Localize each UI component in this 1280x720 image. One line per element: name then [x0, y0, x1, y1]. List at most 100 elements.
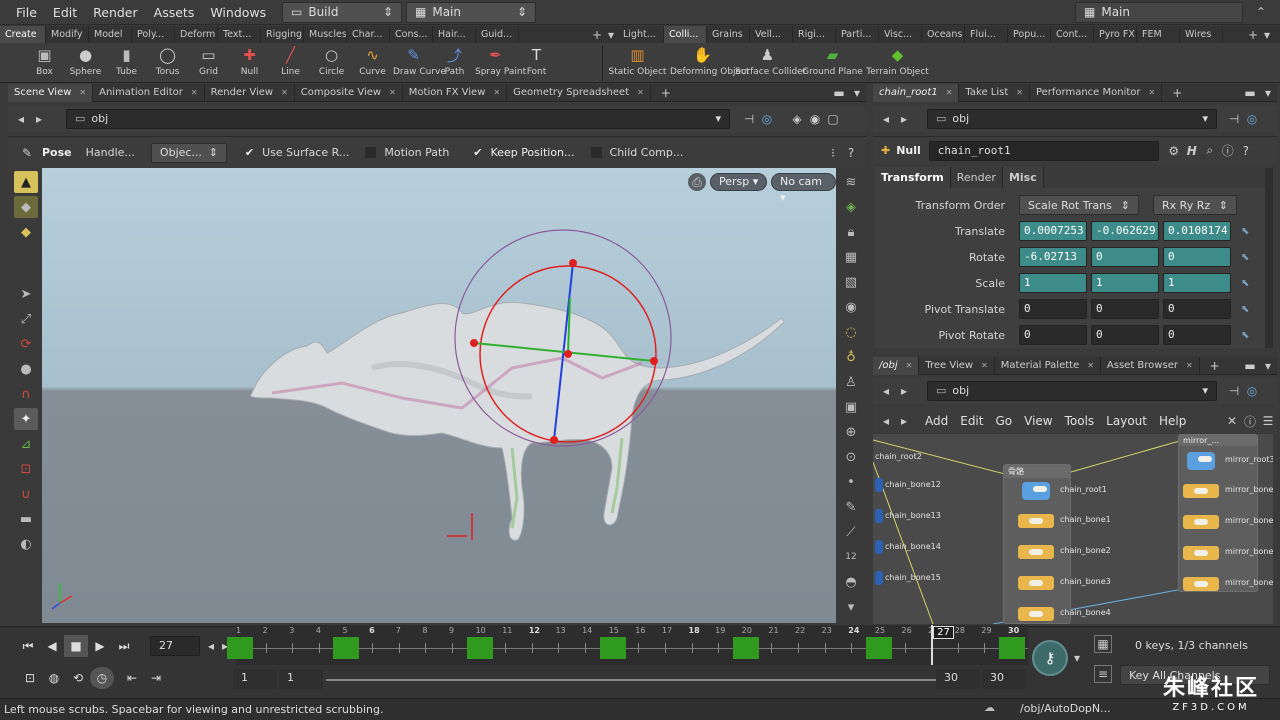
- dot-icon[interactable]: •: [839, 471, 863, 493]
- transform-order-select[interactable]: Scale Rot Trans ⇕: [1019, 195, 1139, 215]
- forward-icon[interactable]: ▸: [30, 110, 48, 128]
- link-icon[interactable]: ◎: [1243, 110, 1261, 128]
- transform-icon[interactable]: ◆: [14, 196, 38, 218]
- object-mode-select[interactable]: Objec... ⇕: [150, 142, 227, 163]
- close-tab-icon[interactable]: ✕: [493, 84, 500, 102]
- handle-button[interactable]: Handle...: [86, 146, 135, 159]
- shelf-tab-8[interactable]: Flui...: [965, 26, 1008, 43]
- root-node[interactable]: chain_root1: [1018, 482, 1107, 500]
- close-tab-icon[interactable]: ✕: [79, 84, 86, 102]
- close-tab-icon[interactable]: ✕: [389, 84, 396, 102]
- lock-icon[interactable]: 🔒︎: [839, 221, 863, 243]
- bone-node[interactable]: mirror_bone13: [1183, 515, 1273, 529]
- param-field-z[interactable]: 0.0108174: [1163, 221, 1231, 241]
- shelf-menu-icon[interactable]: ▾: [604, 26, 618, 44]
- flipbook-icon[interactable]: ⊙: [839, 446, 863, 468]
- snapshot-icon[interactable]: ▢: [824, 110, 842, 128]
- handle-bottom[interactable]: [550, 436, 558, 444]
- forward-icon[interactable]: ▸: [895, 412, 913, 430]
- shelf-tab-10[interactable]: Hair...: [433, 26, 476, 43]
- keyframe[interactable]: [732, 637, 759, 659]
- bone-node[interactable]: mirror_bone15: [1183, 577, 1273, 591]
- channel-link-icon[interactable]: ⬉: [1241, 278, 1249, 289]
- scene-path-field[interactable]: ▭ obj ▾: [66, 109, 730, 129]
- pane-tab-1[interactable]: Take List ✕: [959, 83, 1030, 102]
- bone-node[interactable]: chain_bone2: [1018, 545, 1111, 559]
- param-field-z[interactable]: 1: [1163, 273, 1231, 293]
- network-menu-tools[interactable]: Tools: [1059, 414, 1101, 428]
- shelf-tool-curve[interactable]: ∿ Curve: [352, 43, 393, 83]
- keyframe[interactable]: [333, 637, 360, 659]
- shelf-tool-sphere[interactable]: ● Sphere: [65, 43, 106, 83]
- shelf-tab-7[interactable]: Oceans: [922, 26, 965, 43]
- menu-assets[interactable]: Assets: [146, 0, 203, 25]
- key-menu-icon[interactable]: ▾: [1068, 649, 1086, 667]
- handle-top[interactable]: [569, 259, 577, 267]
- param-field-z[interactable]: 0: [1163, 247, 1231, 267]
- link-icon[interactable]: ◎: [1243, 382, 1261, 400]
- bone-node[interactable]: mirror_bone14: [1183, 546, 1273, 560]
- shelf-tab-13[interactable]: Wires: [1180, 26, 1223, 43]
- render-region-icon[interactable]: ⊕: [839, 421, 863, 443]
- help-icon[interactable]: ?: [842, 144, 860, 162]
- param-field-y[interactable]: -0.062629: [1091, 221, 1159, 241]
- pane-tab-3[interactable]: Composite View ✕: [295, 83, 403, 102]
- node-name-field[interactable]: chain_root1: [928, 140, 1159, 161]
- shelf-tab-7[interactable]: Muscles: [304, 26, 347, 43]
- menu-windows[interactable]: Windows: [202, 0, 274, 25]
- back-icon[interactable]: ◂: [12, 110, 30, 128]
- shelf-tab-11[interactable]: Pyro FX: [1094, 26, 1137, 43]
- bone-node[interactable]: [875, 509, 883, 523]
- range-end-icon[interactable]: ⇥: [144, 667, 168, 689]
- back-icon[interactable]: ◂: [877, 382, 895, 400]
- shelf-tool-path[interactable]: ⤴ Path: [434, 43, 475, 83]
- channel-link-icon[interactable]: ⬉: [1241, 304, 1249, 315]
- range-end-field[interactable]: 30: [936, 669, 980, 689]
- network-path-field[interactable]: ▭ obj ▾: [927, 381, 1217, 401]
- chevron-down-icon[interactable]: ▾: [839, 596, 863, 618]
- ghost-icon[interactable]: ◈: [839, 196, 863, 218]
- stop-icon[interactable]: ■: [64, 635, 88, 657]
- network-editor[interactable]: 骨骼 mirror_... chain_root2 chain_bone12 cha…: [873, 434, 1273, 624]
- child-comp-checkbox[interactable]: [590, 147, 602, 158]
- select-arrow-icon[interactable]: ➤: [14, 283, 38, 305]
- param-field-y[interactable]: 0: [1091, 299, 1159, 319]
- shelf-tool-circle[interactable]: ○ Circle: [311, 43, 352, 83]
- camera-icon[interactable]: ▣: [839, 396, 863, 418]
- timeline-track[interactable]: 1 2 3 4 5 6 7 8 9 10 11 12 13 14 15 16 17 18 19 20 21 22 23 24 2…: [227, 625, 1028, 665]
- close-tab-icon[interactable]: ✕: [1186, 357, 1193, 375]
- shelf-tool-spray-paint[interactable]: ✒ Spray Paint: [475, 43, 526, 83]
- close-tab-icon[interactable]: ✕: [981, 357, 988, 375]
- pane-tab-2[interactable]: Performance Monitor ✕: [1030, 83, 1163, 102]
- frame-12-icon[interactable]: 12: [839, 546, 863, 568]
- param-field-x[interactable]: -6.02713: [1019, 247, 1087, 267]
- use-surface-checkbox[interactable]: ✔: [245, 146, 254, 159]
- root-node[interactable]: mirror_root3: [1183, 452, 1273, 470]
- close-tab-icon[interactable]: ✕: [1016, 84, 1023, 102]
- main-desktop-select[interactable]: ▦ Main ⇕: [406, 2, 536, 23]
- network-menu-layout[interactable]: Layout: [1100, 414, 1153, 428]
- network-menu-help[interactable]: Help: [1153, 414, 1192, 428]
- shelf-tab-10[interactable]: Cont...: [1051, 26, 1094, 43]
- pane-tab-0[interactable]: /obj ✕: [873, 356, 920, 375]
- keyframe[interactable]: [227, 637, 253, 659]
- close-tab-icon[interactable]: ✕: [191, 84, 198, 102]
- shelf-tab-8[interactable]: Char...: [347, 26, 390, 43]
- camera-menu-button[interactable]: Persp ▾: [710, 173, 768, 191]
- shelf-tool-grid[interactable]: ▭ Grid: [188, 43, 229, 83]
- list-icon[interactable]: ☰: [1259, 412, 1277, 430]
- param-field-x[interactable]: 0.0007253: [1019, 221, 1087, 241]
- tools-icon[interactable]: ✕: [1223, 412, 1241, 430]
- h-help-icon[interactable]: H: [1183, 142, 1201, 160]
- shelf-tab-1[interactable]: Modify: [46, 26, 89, 43]
- shelf-tab-3[interactable]: Poly...: [132, 26, 175, 43]
- pane-menu-icon[interactable]: ▾: [1259, 357, 1277, 375]
- eyedropper-icon[interactable]: ⟋: [839, 521, 863, 543]
- network-menu-go[interactable]: Go: [989, 414, 1018, 428]
- shelf-tool-surface-collider[interactable]: ♟ Surface Collider: [735, 43, 806, 83]
- close-tab-icon[interactable]: ✕: [906, 357, 913, 375]
- gear-icon[interactable]: ⚙: [1165, 142, 1183, 160]
- close-tab-icon[interactable]: ✕: [637, 84, 644, 102]
- shelf-tab-12[interactable]: FEM: [1137, 26, 1180, 43]
- view-icon[interactable]: ◐: [14, 533, 38, 555]
